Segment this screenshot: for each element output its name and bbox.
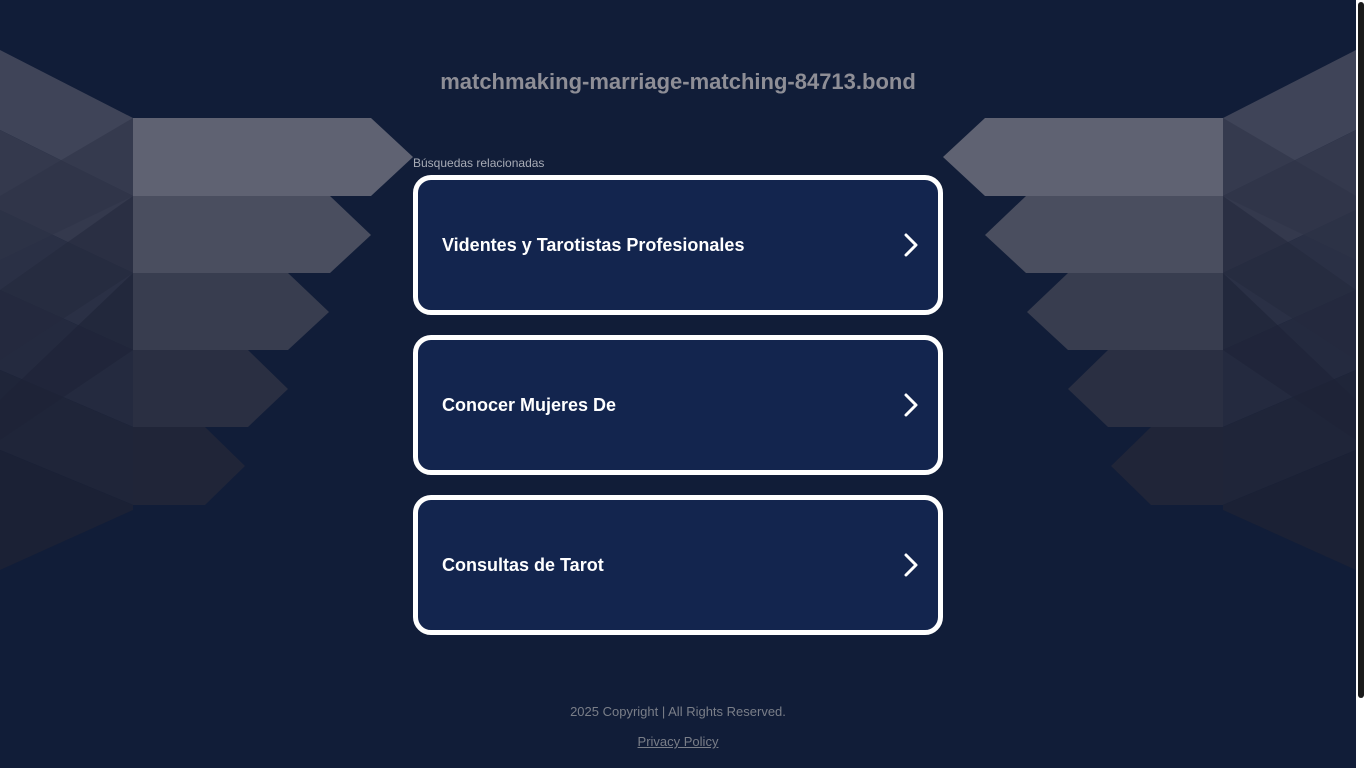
footer-privacy: Privacy Policy (0, 734, 1356, 749)
page: matchmaking-marriage-matching-84713.bond… (0, 0, 1366, 768)
related-search-label: Consultas de Tarot (442, 555, 604, 575)
scrollbar-thumb[interactable] (1358, 2, 1364, 698)
related-search-card-3[interactable]: Consultas de Tarot (413, 495, 943, 635)
scrollbar[interactable] (1356, 0, 1366, 768)
related-search-card-1[interactable]: Videntes y Tarotistas Profesionales (413, 175, 943, 315)
related-search-card-2[interactable]: Conocer Mujeres De (413, 335, 943, 475)
related-searches-label: Búsquedas relacionadas (413, 156, 545, 170)
chevron-right-icon (904, 393, 918, 417)
site-title: matchmaking-marriage-matching-84713.bond (440, 69, 916, 94)
privacy-policy-link[interactable]: Privacy Policy (638, 734, 719, 749)
footer-copyright: 2025 Copyright | All Rights Reserved. (570, 704, 786, 719)
related-search-label: Videntes y Tarotistas Profesionales (442, 235, 745, 255)
chevron-right-icon (904, 553, 918, 577)
related-search-label: Conocer Mujeres De (442, 395, 617, 415)
chevron-right-icon (904, 233, 918, 257)
